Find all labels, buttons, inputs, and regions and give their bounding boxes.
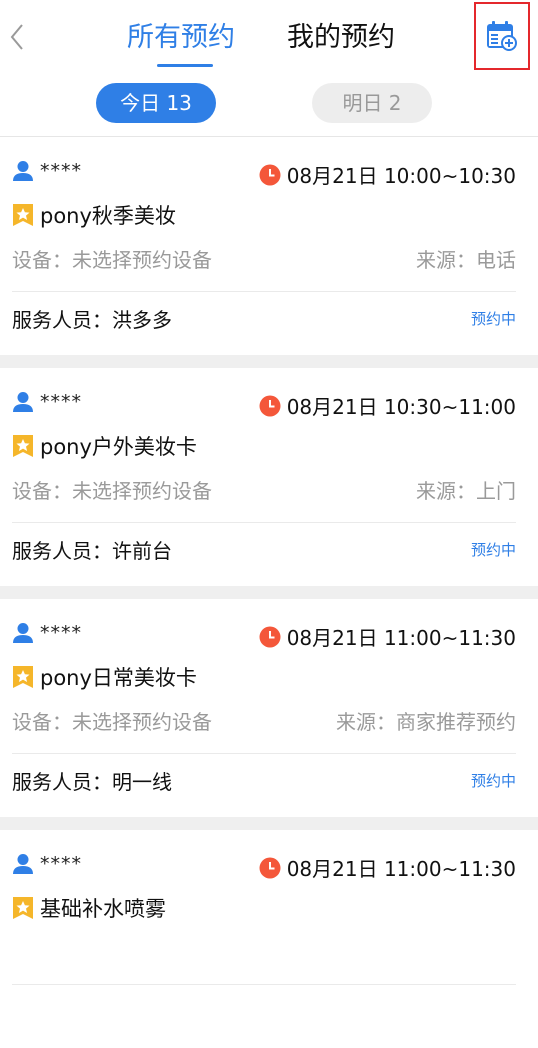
service-info: pony户外美妆卡 xyxy=(12,431,516,461)
staff-info: 服务人员：洪多多 xyxy=(12,308,172,332)
device-info: 设备：未选择预约设备 xyxy=(12,710,212,734)
time-range: 08月21日 10:00~10:30 xyxy=(286,164,516,188)
status-badge: 预约中 xyxy=(470,310,516,328)
status-badge: 预约中 xyxy=(470,541,516,559)
time-range: 08月21日 11:00~11:30 xyxy=(286,857,516,881)
filter-today[interactable]: 今日 13 xyxy=(96,83,216,123)
appointment-card[interactable]: **** 08月21日 11:00~11:30 基础补水喷雾 xyxy=(0,830,538,1048)
card-divider xyxy=(12,291,516,292)
appointment-time: 08月21日 11:00~11:30 xyxy=(259,853,516,882)
staff-info: 服务人员：明一线 xyxy=(12,770,172,794)
source-info: 来源：上门 xyxy=(416,479,516,503)
card-divider xyxy=(12,753,516,754)
customer-info: **** xyxy=(12,853,82,875)
tab-my-appointments[interactable]: 我的预约 xyxy=(287,18,395,58)
device-info: 设备：未选择预约设备 xyxy=(12,479,212,503)
clock-icon xyxy=(259,626,281,647)
appointment-card[interactable]: **** 08月21日 11:00~11:30 pony日常美妆卡 设备：未选择… xyxy=(0,599,538,817)
person-icon xyxy=(13,161,33,181)
chevron-left-icon xyxy=(10,24,23,50)
membership-badge-icon xyxy=(13,204,33,226)
active-tab-indicator xyxy=(157,64,213,67)
source-info: 来源：电话 xyxy=(416,248,516,272)
clock-icon xyxy=(259,395,281,416)
time-range: 08月21日 10:30~11:00 xyxy=(286,395,516,419)
membership-badge-icon xyxy=(13,897,33,919)
customer-name: **** xyxy=(40,160,82,182)
service-name: pony日常美妆卡 xyxy=(40,666,197,690)
appointment-time: 08月21日 10:00~10:30 xyxy=(259,160,516,189)
customer-name: **** xyxy=(40,391,82,413)
membership-badge-icon xyxy=(13,666,33,688)
card-divider xyxy=(12,984,516,985)
person-icon xyxy=(13,392,33,412)
time-range: 08月21日 11:00~11:30 xyxy=(286,626,516,650)
filter-tomorrow[interactable]: 明日 2 xyxy=(312,83,432,123)
appointment-time: 08月21日 10:30~11:00 xyxy=(259,391,516,420)
tab-all-appointments[interactable]: 所有预约 xyxy=(127,18,235,58)
appointment-card[interactable]: **** 08月21日 10:00~10:30 pony秋季美妆 设备：未选择预… xyxy=(0,137,538,355)
service-name: 基础补水喷雾 xyxy=(40,897,166,921)
source-info: 来源：商家推荐预约 xyxy=(336,710,516,734)
appointment-time: 08月21日 11:00~11:30 xyxy=(259,622,516,651)
service-name: pony户外美妆卡 xyxy=(40,435,197,459)
appointment-card[interactable]: **** 08月21日 10:30~11:00 pony户外美妆卡 设备：未选择… xyxy=(0,368,538,586)
customer-info: **** xyxy=(12,391,82,413)
add-appointment-button[interactable] xyxy=(474,2,530,70)
service-name: pony秋季美妆 xyxy=(40,204,176,228)
clock-icon xyxy=(259,164,281,185)
membership-badge-icon xyxy=(13,435,33,457)
back-button[interactable] xyxy=(6,20,28,54)
top-bar: 所有预约 我的预约 今日 13 明日 2 xyxy=(0,0,538,137)
clock-icon xyxy=(259,857,281,878)
customer-name: **** xyxy=(40,622,82,644)
person-icon xyxy=(13,854,33,874)
device-info: 设备：未选择预约设备 xyxy=(12,248,212,272)
status-badge: 预约中 xyxy=(470,772,516,790)
calendar-add-icon xyxy=(487,21,517,51)
staff-info: 服务人员：许前台 xyxy=(12,539,172,563)
service-info: pony秋季美妆 xyxy=(12,200,516,230)
customer-info: **** xyxy=(12,622,82,644)
service-info: pony日常美妆卡 xyxy=(12,662,516,692)
card-divider xyxy=(12,522,516,523)
customer-info: **** xyxy=(12,160,82,182)
service-info: 基础补水喷雾 xyxy=(12,893,516,923)
customer-name: **** xyxy=(40,853,82,875)
person-icon xyxy=(13,623,33,643)
